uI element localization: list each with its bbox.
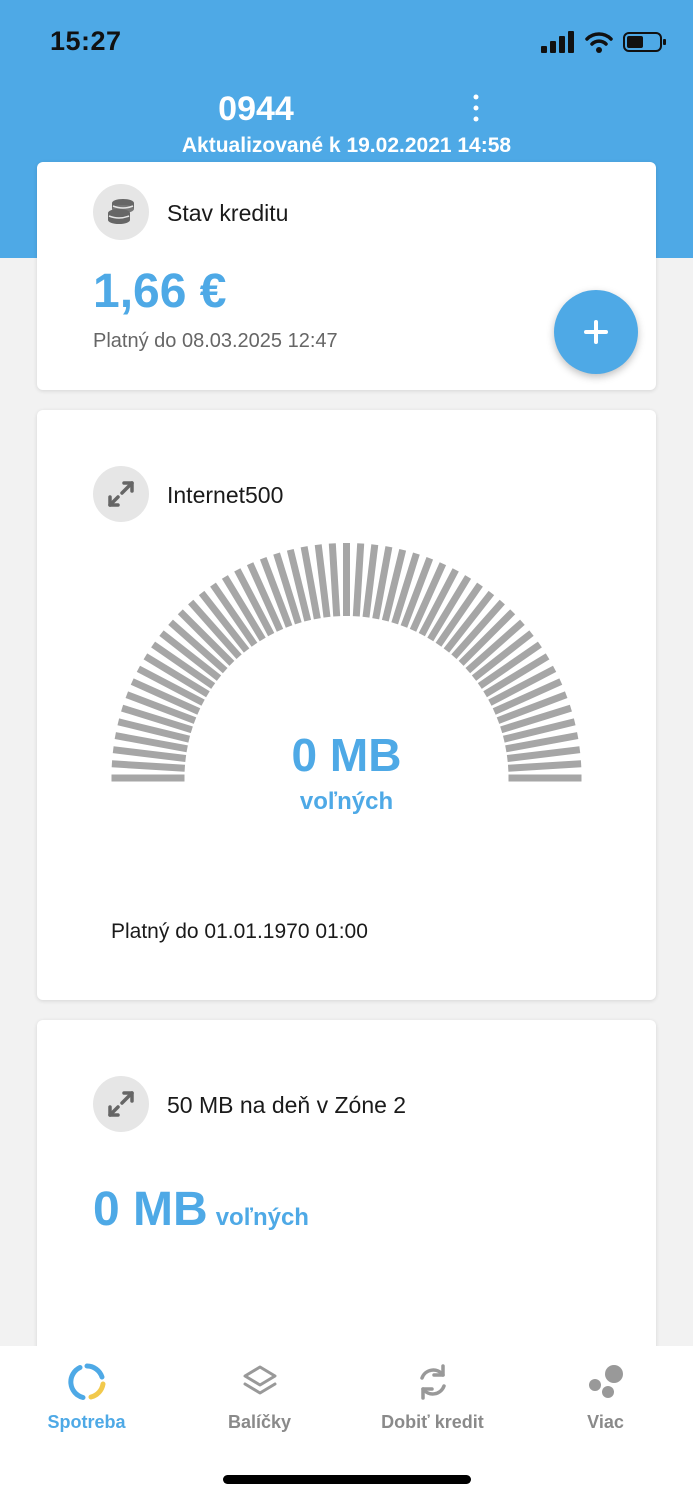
- gauge-tick: [352, 543, 365, 617]
- usage-ring-icon: [0, 1360, 173, 1404]
- tab-dobit-kredit[interactable]: Dobiť kredit: [346, 1346, 519, 1456]
- zone-title: 50 MB na deň v Zóne 2: [167, 1092, 407, 1118]
- gauge-tick: [362, 544, 379, 618]
- wifi-icon: [585, 32, 613, 53]
- credit-amount: 1,66 €: [93, 265, 227, 318]
- zone-remaining-unit: voľných: [215, 1204, 309, 1231]
- tab-label: Viac: [587, 1412, 624, 1432]
- tab-viac[interactable]: Viac: [519, 1346, 692, 1456]
- internet-valid-until: Platný do 01.01.1970 01:00: [111, 920, 368, 943]
- home-indicator: [223, 1475, 471, 1484]
- internet-remaining-unit: voľných: [299, 788, 394, 815]
- tab-label: Spotreba: [47, 1412, 126, 1432]
- layers-icon: [173, 1360, 346, 1404]
- zone-package-card[interactable]: 50 MB na deň v Zóne 2 0 MB voľných: [37, 1020, 656, 1360]
- refresh-icon: [346, 1360, 519, 1404]
- status-icons: [541, 28, 667, 56]
- plus-icon: [584, 320, 608, 344]
- coins-icon: [93, 184, 149, 240]
- more-dots-icon: [519, 1360, 692, 1404]
- internet-package-card[interactable]: Internet500 0 MB voľných Platný do 01.01…: [37, 410, 656, 1000]
- add-credit-button[interactable]: [554, 290, 638, 374]
- data-transfer-icon: [93, 1076, 149, 1132]
- zone-remaining-value: 0 MB: [93, 1183, 208, 1236]
- internet-remaining-value: 0 MB: [291, 729, 402, 781]
- tab-balicky[interactable]: Balíčky: [173, 1346, 346, 1456]
- last-updated: Aktualizované k 19.02.2021 14:58: [181, 134, 512, 157]
- phone-number: 0944: [218, 90, 294, 128]
- gauge-tick: [314, 544, 331, 618]
- gauge-tick: [328, 543, 341, 617]
- credit-valid-until: Platný do 08.03.2025 12:47: [93, 330, 338, 352]
- battery-icon: [623, 32, 666, 52]
- tab-label: Dobiť kredit: [381, 1412, 484, 1432]
- more-vertical-icon[interactable]: [466, 92, 486, 128]
- tab-label: Balíčky: [227, 1412, 292, 1432]
- credit-title: Stav kreditu: [167, 200, 289, 226]
- zone-remaining: 0 MB voľných: [93, 1182, 309, 1237]
- status-time: 15:27: [50, 26, 122, 56]
- cellular-signal-icon: [541, 31, 574, 53]
- tab-spotreba[interactable]: Spotreba: [0, 1346, 173, 1456]
